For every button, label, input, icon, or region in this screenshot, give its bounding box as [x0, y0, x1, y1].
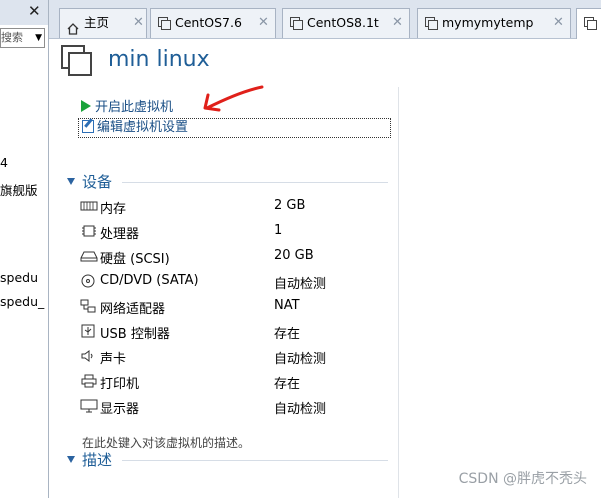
- device-name: 处理器: [100, 227, 140, 242]
- collapse-triangle-icon: [67, 178, 75, 185]
- printer-icon: [81, 374, 97, 388]
- device-row-display[interactable]: 显示器 自动检测: [80, 396, 380, 418]
- device-name: 显示器: [100, 402, 140, 417]
- section-title: 设备: [82, 173, 113, 191]
- tab-label: CentOS8.1t: [307, 15, 379, 30]
- collapse-triangle-icon: [67, 456, 75, 463]
- device-row-cd-dvd[interactable]: CD/DVD (SATA) 自动检测: [80, 271, 380, 293]
- edit-vm-settings-link[interactable]: 编辑虚拟机设置: [78, 118, 391, 138]
- power-on-vm-link[interactable]: 开启此虚拟机: [81, 96, 173, 115]
- library-item[interactable]: 旗舰版: [0, 180, 38, 199]
- library-pane: ✕ 搜索 ▼ 4 旗舰版 spedu spedu_: [0, 0, 49, 498]
- tab-centos81t[interactable]: CentOS8.1t ✕: [282, 8, 410, 38]
- device-value: 自动检测: [274, 277, 327, 292]
- section-title: 描述: [82, 451, 113, 469]
- device-value: NAT: [274, 298, 300, 313]
- vm-icon: [584, 17, 597, 30]
- vm-icon: [158, 17, 171, 30]
- tab-home[interactable]: 主页 ✕: [59, 8, 147, 38]
- vm-title: min linux: [108, 47, 210, 72]
- edit-settings-label: 编辑虚拟机设置: [97, 120, 189, 135]
- panel-divider: [398, 87, 399, 498]
- vm-icon: [425, 17, 438, 30]
- device-name: 打印机: [100, 377, 140, 392]
- library-search-placeholder: 搜索: [1, 31, 23, 44]
- devices-section-header[interactable]: 设备: [67, 171, 112, 192]
- device-name: 硬盘 (SCSI): [100, 252, 170, 267]
- device-name: 网络适配器: [100, 302, 166, 317]
- home-icon: [67, 17, 79, 35]
- library-item[interactable]: spedu_: [0, 294, 44, 309]
- device-row-processor[interactable]: 处理器 1: [80, 221, 380, 243]
- chevron-down-icon[interactable]: ▼: [35, 29, 42, 47]
- description-placeholder[interactable]: 在此处键入对该虚拟机的描述。: [82, 434, 250, 451]
- hand-drawn-arrow-annotation: [203, 85, 264, 112]
- device-name: USB 控制器: [100, 327, 170, 342]
- sound-card-icon: [81, 350, 93, 362]
- tab-mymymytemp[interactable]: mymymytemp ✕: [417, 8, 571, 38]
- power-on-label: 开启此虚拟机: [95, 100, 174, 115]
- play-icon: [81, 100, 91, 112]
- cpu-icon: [82, 225, 96, 237]
- usb-icon: [81, 324, 95, 338]
- device-row-hard-disk[interactable]: 硬盘 (SCSI) 20 GB: [80, 246, 380, 268]
- device-value: 20 GB: [274, 248, 314, 263]
- device-value: 存在: [274, 327, 301, 342]
- vm-icon: [61, 45, 93, 77]
- close-tab-icon[interactable]: ✕: [392, 9, 403, 37]
- close-tab-icon[interactable]: ✕: [133, 9, 144, 37]
- tab-min-linux-active[interactable]: [576, 8, 601, 39]
- library-search-input[interactable]: 搜索 ▼: [0, 28, 45, 48]
- edit-icon: [82, 120, 94, 133]
- watermark: CSDN @胖虎不秃头: [458, 471, 587, 487]
- vm-icon: [290, 17, 303, 30]
- device-name: CD/DVD (SATA): [100, 273, 199, 288]
- memory-icon: [80, 201, 98, 211]
- section-divider: [122, 460, 388, 461]
- tab-label: 主页: [84, 15, 110, 30]
- device-row-sound-card[interactable]: 声卡 自动检测: [80, 346, 380, 368]
- vm-summary-panel: min linux 开启此虚拟机 编辑虚拟机设置 设备 内存 2 GB 处理器 …: [49, 39, 601, 498]
- device-value: 自动检测: [274, 352, 327, 367]
- library-item[interactable]: 4: [0, 155, 8, 170]
- close-library-icon[interactable]: ✕: [28, 2, 41, 20]
- device-row-usb-controller[interactable]: USB 控制器 存在: [80, 321, 380, 343]
- description-section-header[interactable]: 描述: [67, 449, 112, 470]
- section-divider: [122, 182, 388, 183]
- device-name: 声卡: [100, 352, 127, 367]
- tab-bar: 主页 ✕ CentOS7.6 ✕ CentOS8.1t ✕ mymymytemp…: [49, 0, 601, 39]
- cd-dvd-icon: [81, 274, 95, 288]
- tab-label: mymymytemp: [442, 15, 534, 30]
- device-value: 存在: [274, 377, 301, 392]
- device-row-memory[interactable]: 内存 2 GB: [80, 196, 380, 218]
- close-tab-icon[interactable]: ✕: [553, 9, 564, 37]
- device-row-network-adapter[interactable]: 网络适配器 NAT: [80, 296, 380, 318]
- display-icon: [80, 399, 98, 413]
- hard-disk-icon: [80, 251, 98, 262]
- network-adapter-icon: [80, 299, 96, 313]
- device-row-printer[interactable]: 打印机 存在: [80, 371, 380, 393]
- device-value: 自动检测: [274, 402, 327, 417]
- tab-label: CentOS7.6: [175, 15, 242, 30]
- device-name: 内存: [100, 202, 127, 217]
- tab-centos76[interactable]: CentOS7.6 ✕: [150, 8, 276, 38]
- library-item[interactable]: spedu: [0, 270, 38, 285]
- library-header: ✕: [0, 0, 48, 25]
- device-value: 2 GB: [274, 198, 306, 213]
- close-tab-icon[interactable]: ✕: [258, 9, 269, 37]
- device-value: 1: [274, 223, 283, 238]
